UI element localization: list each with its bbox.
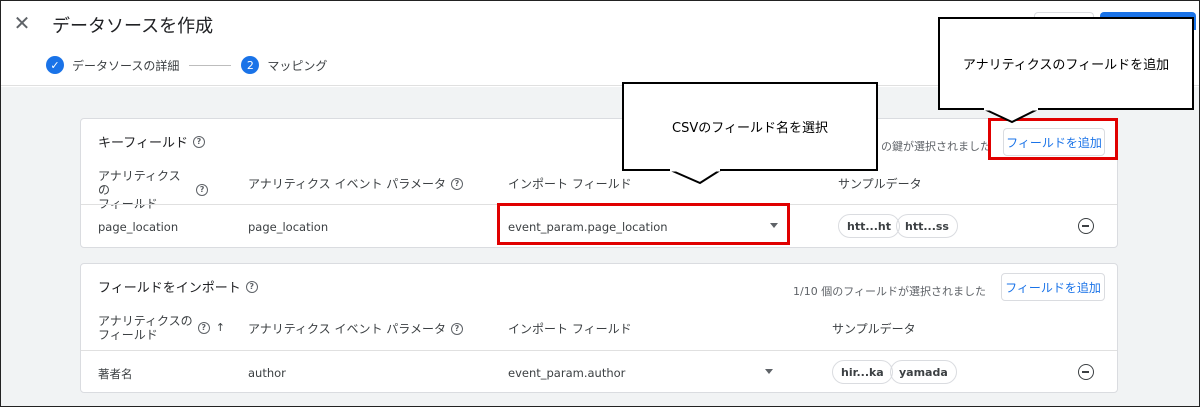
screenshot-border [0, 0, 1200, 407]
